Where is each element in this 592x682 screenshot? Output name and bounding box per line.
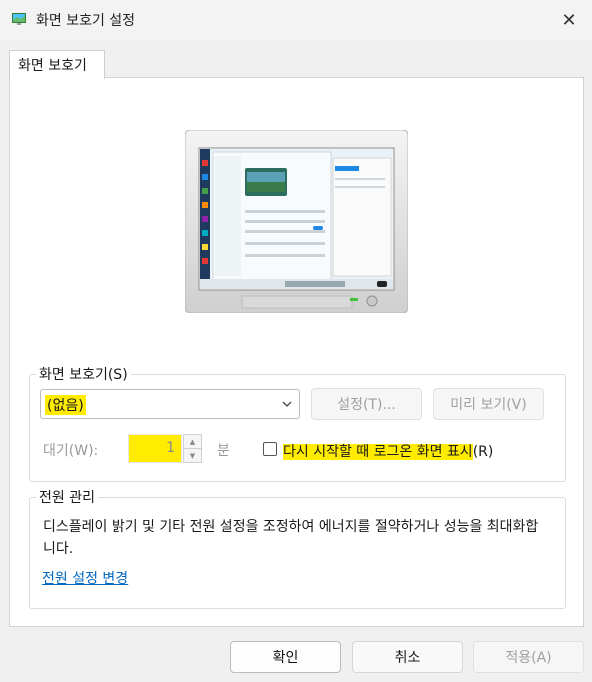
screensaver-group-label: 화면 보호기(S) xyxy=(36,364,131,384)
monitor-app-icon xyxy=(12,13,26,25)
close-button[interactable]: ✕ xyxy=(546,0,592,40)
preview-button-label: 미리 보기(V) xyxy=(450,397,527,413)
resume-logon-checkbox[interactable] xyxy=(263,442,277,456)
apply-button[interactable]: 적용(A) xyxy=(473,641,584,673)
resume-logon-label-key: (R) xyxy=(472,444,494,460)
power-description: 디스플레이 밝기 및 기타 전원 설정을 조정하여 에너지를 절약하거나 성능을… xyxy=(43,519,539,557)
resume-logon-label[interactable]: 다시 시작할 때 로그온 화면 표시(R) xyxy=(283,441,493,461)
screensaver-selected-value: (없음) xyxy=(45,395,86,415)
preview-button[interactable]: 미리 보기(V) xyxy=(433,388,544,420)
apply-button-label: 적용(A) xyxy=(505,650,552,666)
chevron-down-icon xyxy=(282,401,292,407)
screensaver-select[interactable]: (없음) xyxy=(40,389,300,419)
resume-logon-label-text: 다시 시작할 때 로그온 화면 표시 xyxy=(283,444,473,460)
power-group-label: 전원 관리 xyxy=(36,487,98,507)
monitor-preview-icon xyxy=(185,130,408,313)
cancel-button-label: 취소 xyxy=(394,650,421,666)
spin-up-icon[interactable]: ▲ xyxy=(184,435,201,449)
settings-button[interactable]: 설정(T)... xyxy=(311,388,422,420)
settings-button-label: 설정(T)... xyxy=(337,397,396,413)
minutes-label: 분 xyxy=(217,443,230,459)
change-power-settings-link[interactable]: 전원 설정 변경 xyxy=(42,568,128,588)
close-icon: ✕ xyxy=(561,9,577,31)
tab-label: 화면 보호기 xyxy=(18,58,87,74)
window-title: 화면 보호기 설정 xyxy=(36,13,136,29)
spin-down-icon[interactable]: ▼ xyxy=(184,449,201,462)
ok-button[interactable]: 확인 xyxy=(230,641,341,673)
tab-screensaver[interactable]: 화면 보호기 xyxy=(9,50,105,79)
wait-spinner[interactable]: ▲ ▼ xyxy=(183,434,202,463)
title-bar: 화면 보호기 설정 ✕ xyxy=(0,0,592,40)
wait-minutes-input[interactable]: 1 xyxy=(128,434,182,463)
wait-label: 대기(W): xyxy=(43,443,99,459)
ok-button-label: 확인 xyxy=(272,650,299,666)
cancel-button[interactable]: 취소 xyxy=(352,641,463,673)
wait-value: 1 xyxy=(166,440,175,456)
